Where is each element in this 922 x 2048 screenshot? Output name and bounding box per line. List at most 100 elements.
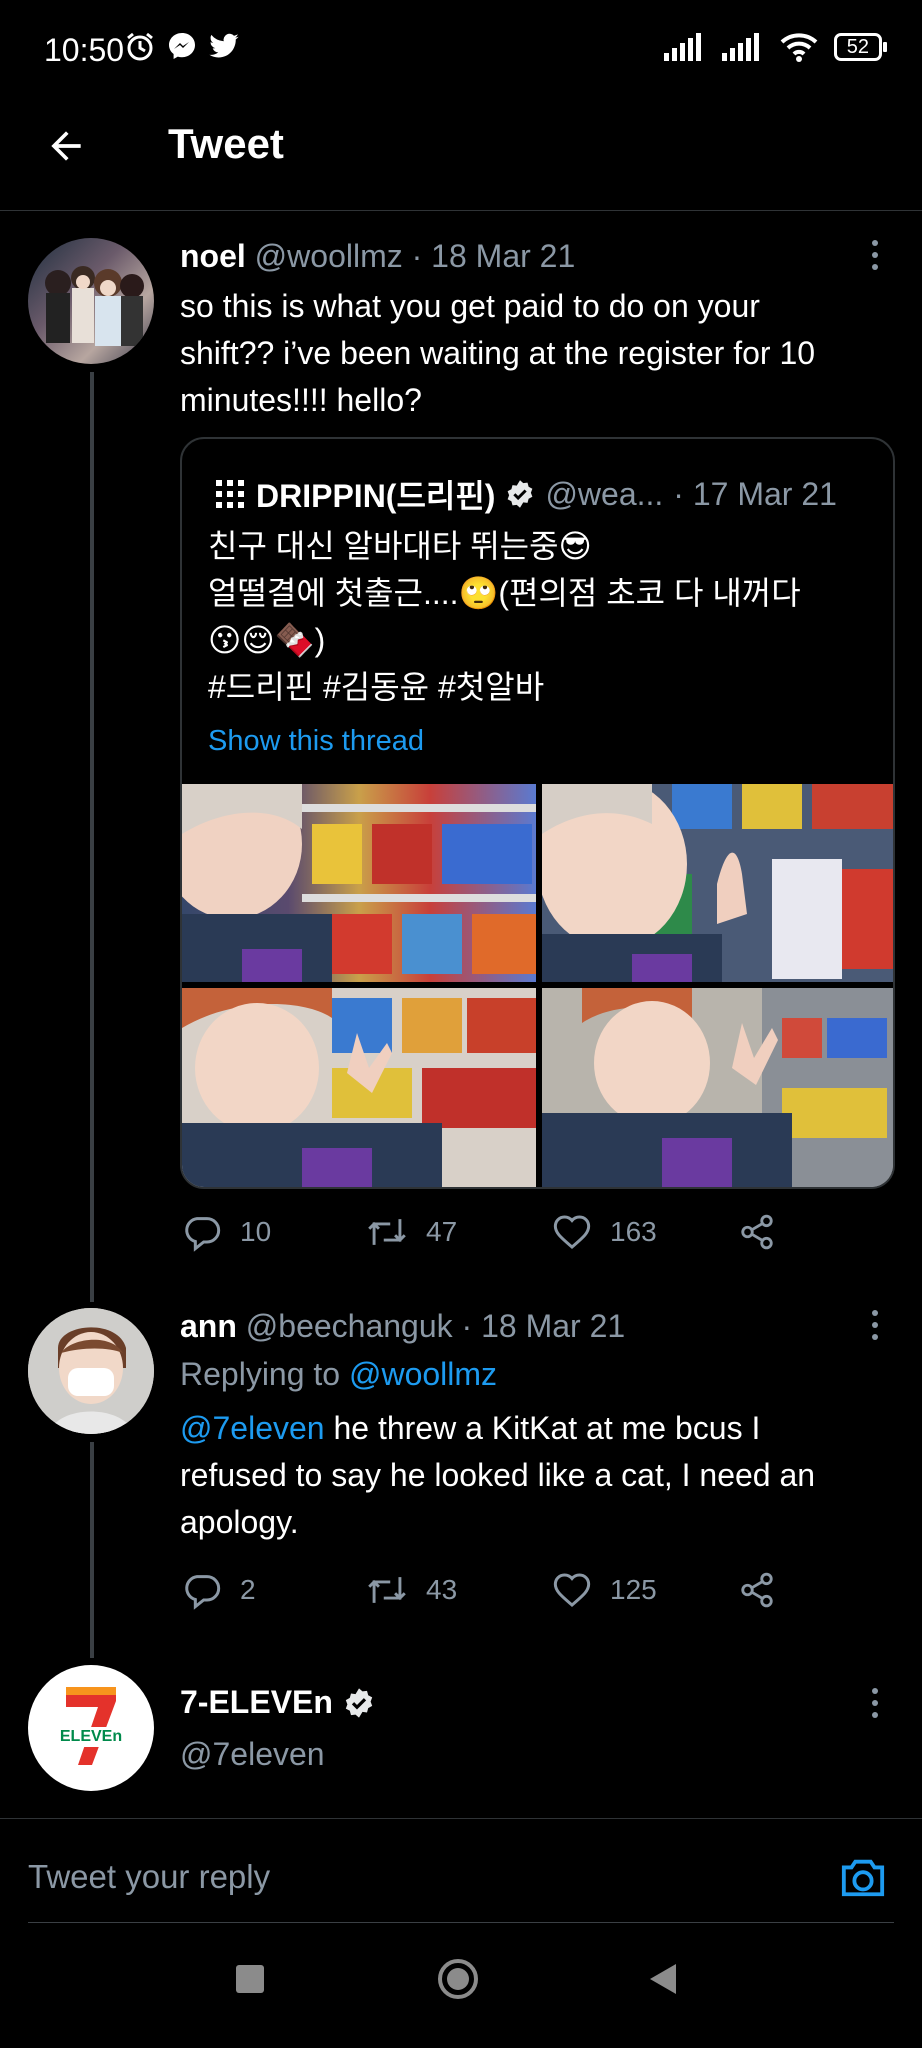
reply-like-button[interactable]: 125 bbox=[552, 1570, 657, 1610]
battery-indicator: 52 bbox=[833, 33, 888, 61]
share-icon bbox=[741, 1572, 773, 1608]
quote-photo-2[interactable] bbox=[542, 784, 893, 982]
thread-line bbox=[90, 372, 94, 1302]
avatar-person-masked bbox=[28, 1308, 154, 1434]
show-thread-link[interactable]: Show this thread bbox=[208, 725, 424, 758]
author-name[interactable]: noel bbox=[180, 238, 246, 274]
replying-to-handle[interactable]: @woollmz bbox=[349, 1356, 497, 1392]
retweet-button[interactable]: 47 bbox=[366, 1212, 457, 1252]
replying-to-label: Replying to bbox=[180, 1356, 341, 1392]
seven-eleven-logo-text: ELEVEn bbox=[59, 1728, 123, 1745]
page-title: Tweet bbox=[168, 120, 284, 167]
twitter-bird-icon bbox=[209, 33, 239, 58]
reply-share-button[interactable] bbox=[738, 1570, 776, 1610]
main-tweet-line: shift?? i’ve been waiting at the registe… bbox=[180, 335, 816, 371]
current-user-handle[interactable]: @7eleven bbox=[180, 1736, 325, 1773]
quote-author-handle: @wea... bbox=[545, 475, 664, 512]
status-system-icons: 52 bbox=[663, 32, 888, 62]
quote-author-name: DRIPPIN(드리핀) bbox=[256, 478, 496, 514]
signal-icon bbox=[663, 33, 701, 61]
noel-avatar[interactable] bbox=[28, 238, 154, 364]
photo-store-shelves-4 bbox=[542, 988, 893, 1187]
quote-date: · 17 Mar 21 bbox=[673, 475, 837, 512]
share-button[interactable] bbox=[738, 1212, 776, 1252]
retweet-count: 43 bbox=[426, 1574, 458, 1605]
reply-author-handle[interactable]: @beechanguk bbox=[246, 1308, 453, 1344]
camera-button[interactable] bbox=[838, 1854, 888, 1905]
like-button[interactable]: 163 bbox=[552, 1212, 657, 1252]
reply-tweet-text: @7eleven he threw a KitKat at me bcus I … bbox=[180, 1405, 890, 1546]
quote-line: 친구 대신 알바대타 뛰는중😎 bbox=[208, 528, 592, 564]
system-nav-bar bbox=[0, 1928, 922, 2048]
photo-store-shelves-1 bbox=[182, 784, 536, 982]
reply-button[interactable]: 10 bbox=[182, 1212, 271, 1252]
mention-link[interactable]: @7eleven bbox=[180, 1410, 325, 1446]
share-icon bbox=[741, 1214, 773, 1250]
drippin-logo-icon bbox=[216, 480, 244, 508]
quote-photo-4[interactable] bbox=[542, 988, 893, 1187]
reply-input[interactable]: Tweet your reply bbox=[28, 1858, 270, 1896]
like-count: 125 bbox=[610, 1574, 657, 1605]
quote-line: 😗😌🍫) bbox=[208, 622, 326, 658]
verified-badge-icon bbox=[345, 1687, 373, 1718]
photo-store-shelves-3 bbox=[182, 988, 536, 1187]
home-circle-icon bbox=[438, 1959, 478, 1999]
main-tweet-text: so this is what you get paid to do on yo… bbox=[180, 283, 890, 424]
status-bar: 10:50 52 bbox=[0, 0, 922, 100]
author-handle[interactable]: @woollmz bbox=[255, 238, 403, 274]
tweet-date[interactable]: · 18 Mar 21 bbox=[412, 238, 576, 274]
back-nav-button[interactable] bbox=[648, 1962, 678, 2001]
reply-more-options-icon[interactable] bbox=[872, 1310, 878, 1340]
quote-header: DRIPPIN(드리핀) @wea... · 17 Mar 21 bbox=[214, 471, 837, 517]
reply-icon bbox=[185, 1575, 221, 1610]
triangle-back-icon bbox=[650, 1964, 676, 1994]
header-divider bbox=[0, 210, 922, 211]
status-notification-icons bbox=[124, 30, 240, 62]
arrow-left-icon bbox=[51, 131, 81, 161]
retweet-count: 47 bbox=[426, 1216, 458, 1247]
wifi-icon bbox=[780, 33, 818, 62]
retweet-icon bbox=[368, 1219, 406, 1245]
reply-text-line: apology. bbox=[180, 1504, 299, 1540]
heart-icon bbox=[553, 1215, 591, 1249]
current-user-more-icon[interactable] bbox=[872, 1688, 878, 1718]
reply-count: 2 bbox=[240, 1574, 256, 1605]
alarm-icon bbox=[127, 32, 153, 61]
like-count: 163 bbox=[610, 1216, 657, 1247]
retweet-icon bbox=[368, 1577, 406, 1603]
quoted-tweet[interactable]: DRIPPIN(드리핀) @wea... · 17 Mar 21 친구 대신 알… bbox=[180, 437, 895, 1189]
current-user-name[interactable]: 7-ELEVEn bbox=[180, 1684, 333, 1721]
reply-date[interactable]: · 18 Mar 21 bbox=[462, 1308, 626, 1344]
recent-apps-button[interactable] bbox=[236, 1965, 264, 1993]
avatar-people-image bbox=[45, 266, 144, 346]
home-button[interactable] bbox=[437, 1958, 479, 2000]
heart-icon bbox=[553, 1573, 591, 1607]
seven-eleven-avatar[interactable]: ELEVEn bbox=[28, 1665, 154, 1791]
main-tweet-line: so this is what you get paid to do on yo… bbox=[180, 288, 760, 324]
photo-store-shelves-2 bbox=[542, 784, 893, 982]
quote-line: 얼떨결에 첫출근....🙄(편의점 초코 다 내꺼다 bbox=[208, 575, 801, 611]
main-tweet-line: minutes!!!! hello? bbox=[180, 382, 422, 418]
main-tweet-header: noel @woollmz · 18 Mar 21 bbox=[180, 238, 575, 275]
more-options-icon[interactable] bbox=[872, 240, 878, 270]
reply-retweet-button[interactable]: 43 bbox=[366, 1570, 457, 1610]
ann-avatar[interactable] bbox=[28, 1308, 154, 1434]
reply-reply-button[interactable]: 2 bbox=[182, 1570, 256, 1610]
current-user-header: 7-ELEVEn bbox=[180, 1684, 375, 1721]
quote-photo-1[interactable] bbox=[182, 784, 536, 982]
messenger-icon bbox=[169, 33, 195, 59]
reply-author-name[interactable]: ann bbox=[180, 1308, 237, 1344]
reply-text-part: he threw a KitKat at me bcus I bbox=[324, 1410, 761, 1446]
thread-line-2 bbox=[90, 1442, 94, 1658]
signal-icon-2 bbox=[721, 33, 759, 61]
quote-line: #드리핀 #김동윤 #첫알바 bbox=[208, 669, 545, 705]
reply-count: 10 bbox=[240, 1216, 272, 1247]
quote-photo-3[interactable] bbox=[182, 988, 536, 1187]
reply-icon bbox=[185, 1217, 221, 1252]
quote-text: 친구 대신 알바대타 뛰는중😎 얼떨결에 첫출근....🙄(편의점 초코 다 내… bbox=[208, 523, 878, 711]
composer-top-divider bbox=[0, 1818, 922, 1819]
reply-tweet-header: ann @beechanguk · 18 Mar 21 bbox=[180, 1308, 625, 1345]
back-button[interactable] bbox=[44, 124, 88, 173]
camera-icon bbox=[841, 1859, 885, 1897]
reply-text-line: refused to say he looked like a cat, I n… bbox=[180, 1457, 816, 1493]
